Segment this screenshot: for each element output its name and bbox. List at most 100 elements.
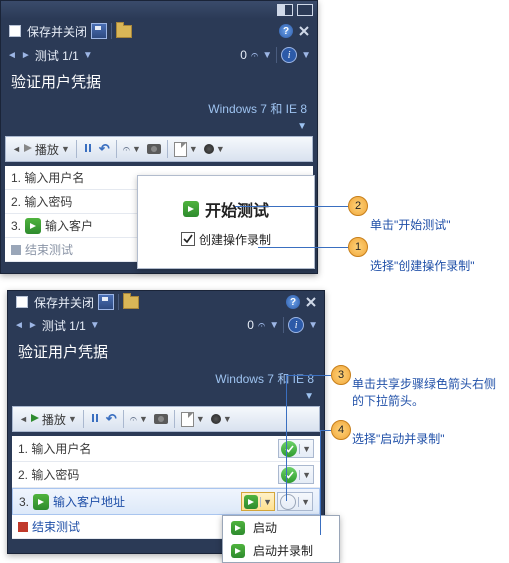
save-close-label[interactable]: 保存并关闭 <box>27 23 87 40</box>
step-num: 3. <box>11 219 21 233</box>
doc-button[interactable]: ▼ <box>172 139 200 159</box>
step-row[interactable]: 1. 输入用户名 ▼ <box>12 436 320 462</box>
inactive-icon <box>280 494 296 510</box>
start-test-popup: 开始测试 创建操作录制 <box>137 175 315 269</box>
separator <box>276 47 277 63</box>
screenshot-button[interactable] <box>145 139 163 159</box>
checkbox-icon[interactable] <box>14 294 30 310</box>
create-action-recording-checkbox[interactable]: 创建操作录制 <box>181 231 271 248</box>
callout-line <box>258 247 348 248</box>
menu-item-launch[interactable]: 启动 <box>223 516 339 539</box>
counter-dd-icon[interactable]: ▼ <box>90 320 100 331</box>
start-test-button[interactable]: 开始测试 <box>183 197 269 221</box>
shared-step-launch-control[interactable]: ▼ <box>241 492 275 511</box>
result-dd-icon[interactable]: ▼ <box>299 444 313 454</box>
info-dd-icon[interactable]: ▼ <box>308 320 318 331</box>
counter-dd-icon[interactable]: ▼ <box>83 50 93 61</box>
maximize-icon[interactable] <box>297 2 313 18</box>
pause-button[interactable] <box>81 139 95 159</box>
step-text: 输入客户地址 <box>53 493 125 510</box>
step-text: 1. 输入用户名 <box>18 440 91 457</box>
step-result-control[interactable]: ▼ <box>278 465 314 484</box>
step-text: 输入客户 <box>45 217 93 234</box>
separator <box>167 140 168 158</box>
doc-button[interactable]: ▼ <box>179 409 207 429</box>
separator <box>111 23 112 39</box>
result-dd-icon[interactable]: ▼ <box>298 497 312 507</box>
test-config: Windows 7 和 IE 8 <box>8 370 324 391</box>
reset-button[interactable]: ↶ <box>104 409 119 429</box>
menu-item-launch-record[interactable]: 启动并录制 <box>223 539 339 562</box>
result-dd-icon[interactable]: ▼ <box>299 470 313 480</box>
callout-line <box>235 206 348 207</box>
next-test-icon[interactable]: ► <box>28 320 38 331</box>
launch-menu: 启动 启动并录制 <box>222 515 340 563</box>
step-text: 2. 输入密码 <box>18 466 79 483</box>
close-icon[interactable] <box>297 24 311 38</box>
help-icon[interactable]: ? <box>279 24 293 38</box>
callout-line <box>286 375 287 501</box>
header-row: 保存并关闭 ? <box>1 19 317 43</box>
step-result-control[interactable]: ▼ <box>277 492 313 511</box>
help-icon[interactable]: ? <box>286 295 300 309</box>
callout-text-4: 选择"启动并录制" <box>352 430 445 447</box>
step-text: 2. 输入密码 <box>11 193 72 210</box>
titlebar <box>1 1 317 19</box>
info-icon[interactable]: i <box>281 47 297 63</box>
separator <box>118 294 119 310</box>
attach-dd-icon[interactable]: ▼ <box>269 320 279 331</box>
info-icon[interactable]: i <box>288 317 304 333</box>
open-folder-icon[interactable] <box>116 23 132 39</box>
launch-record-icon <box>231 544 245 558</box>
paperclip-icon[interactable]: 𝄐 <box>258 317 265 333</box>
callout-text-1: 选择"创建操作录制" <box>370 257 475 274</box>
info-dd-icon[interactable]: ▼ <box>301 50 311 61</box>
callout-line <box>320 430 331 431</box>
separator <box>283 317 284 333</box>
bug-button[interactable]: ▼ <box>209 409 234 429</box>
playback-toolbar: ◄ 播放 ▼ ↶ 𝄐▼ ▼ ▼ <box>5 136 313 162</box>
pass-icon <box>281 441 297 457</box>
checkbox-icon[interactable] <box>7 23 23 39</box>
prev-test-icon[interactable]: ◄ <box>7 50 17 61</box>
save-close-label[interactable]: 保存并关闭 <box>34 294 94 311</box>
callout-text-2: 单击"开始测试" <box>370 216 451 233</box>
end-test-label: 结束测试 <box>32 518 80 535</box>
step-result-control[interactable]: ▼ <box>278 439 314 458</box>
config-expand-icon[interactable]: ▼ <box>8 391 324 406</box>
save-icon[interactable] <box>91 23 107 39</box>
paperclip-icon[interactable]: 𝄐 <box>251 47 258 63</box>
layout-toggle-icon[interactable] <box>277 2 293 18</box>
pause-button[interactable] <box>88 409 102 429</box>
bug-button[interactable]: ▼ <box>202 139 227 159</box>
checkbox-checked-icon <box>181 232 195 246</box>
play-button[interactable]: ◄ 播放 ▼ <box>10 139 72 159</box>
play-label: 播放 <box>35 141 59 158</box>
test-counter-row: ◄ ► 测试 1/1 ▼ 0 𝄐 ▼ i ▼ <box>8 313 324 337</box>
close-icon[interactable] <box>304 295 318 309</box>
launch-icon <box>244 495 258 509</box>
prev-test-icon[interactable]: ◄ <box>14 320 24 331</box>
config-expand-icon[interactable]: ▼ <box>1 121 317 136</box>
step-row-selected[interactable]: 3. 输入客户地址 ▼ ▼ <box>12 488 320 515</box>
callout-badge-1: 1 <box>348 237 368 257</box>
attach-dd-icon[interactable]: ▼ <box>262 50 272 61</box>
launch-icon <box>231 521 245 535</box>
callout-line <box>286 375 331 376</box>
save-icon[interactable] <box>98 294 114 310</box>
step-row[interactable]: 2. 输入密码 ▼ <box>12 462 320 488</box>
launch-dd-icon[interactable]: ▼ <box>260 497 274 507</box>
play-button[interactable]: ◄ 播放 ▼ <box>17 409 79 429</box>
next-test-icon[interactable]: ► <box>21 50 31 61</box>
separator <box>174 410 175 428</box>
callout-badge-4: 4 <box>331 420 351 440</box>
header-row: 保存并关闭 ? <box>8 291 324 313</box>
menu-label: 启动 <box>253 519 277 536</box>
attach-button[interactable]: 𝄐▼ <box>128 409 150 429</box>
start-arrow-icon <box>183 201 199 217</box>
reset-button[interactable]: ↶ <box>97 139 112 159</box>
open-folder-icon[interactable] <box>123 294 139 310</box>
screenshot-button[interactable] <box>152 409 170 429</box>
attach-button[interactable]: 𝄐▼ <box>121 139 143 159</box>
test-title: 验证用户凭据 <box>8 337 324 370</box>
